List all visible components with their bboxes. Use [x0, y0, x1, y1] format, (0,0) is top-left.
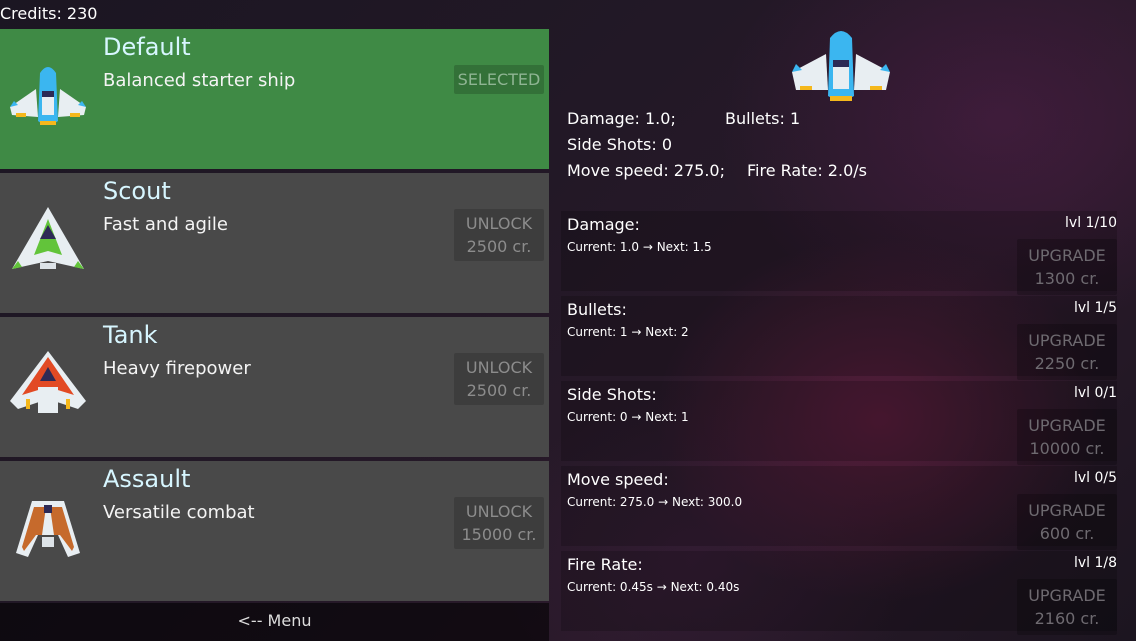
ship-preview-icon: [792, 31, 890, 101]
ship-card-assault[interactable]: Assault Versatile combat UNLOCK 15000 cr…: [0, 461, 549, 601]
button-cost: 2160 cr.: [1034, 609, 1100, 628]
upgrade-row-move-speed: Move speed: lvl 0/5 Current: 275.0 → Nex…: [561, 466, 1117, 550]
button-label: UPGRADE: [1028, 416, 1106, 435]
button-cost: 10000 cr.: [1029, 439, 1105, 458]
upgrade-button[interactable]: UPGRADE 1300 cr.: [1017, 239, 1117, 295]
upgrade-current-next: Current: 275.0 → Next: 300.0: [567, 495, 743, 509]
button-label: UNLOCK: [465, 358, 533, 377]
upgrade-list: Damage: lvl 1/10 Current: 1.0 → Next: 1.…: [561, 211, 1117, 636]
ship-description: Versatile combat: [103, 502, 255, 523]
upgrade-level: lvl 1/8: [1073, 555, 1117, 571]
upgrade-row-bullets: Bullets: lvl 1/5 Current: 1 → Next: 2 UP…: [561, 296, 1117, 380]
stat-side-shots: Side Shots: 0: [567, 135, 673, 154]
unlock-button[interactable]: UNLOCK 15000 cr.: [454, 497, 544, 549]
button-cost: 15000 cr.: [461, 525, 537, 544]
upgrade-button[interactable]: UPGRADE 600 cr.: [1017, 494, 1117, 550]
button-label: UNLOCK: [465, 502, 533, 521]
upgrade-current-next: Current: 1 → Next: 2: [567, 325, 689, 339]
button-cost: 1300 cr.: [1034, 269, 1100, 288]
upgrade-level: lvl 1/10: [1065, 215, 1117, 231]
stat-move-speed: Move speed: 275.0;: [567, 161, 725, 180]
button-label: UPGRADE: [1028, 586, 1106, 605]
ship-name: Tank: [103, 321, 158, 349]
ship-name: Assault: [103, 465, 191, 493]
ship-card-tank[interactable]: Tank Heavy firepower UNLOCK 2500 cr.: [0, 317, 549, 457]
button-label: UPGRADE: [1028, 501, 1106, 520]
upgrade-current-next: Current: 0 → Next: 1: [567, 410, 689, 424]
button-label: SELECTED: [457, 70, 541, 89]
default-ship-icon: [10, 67, 86, 125]
stat-damage: Damage: 1.0;: [567, 109, 676, 128]
upgrade-current-next: Current: 0.45s → Next: 0.40s: [567, 580, 740, 594]
button-cost: 600 cr.: [1039, 524, 1095, 543]
stat-fire-rate: Fire Rate: 2.0/s: [747, 161, 867, 180]
button-cost: 2250 cr.: [1034, 354, 1100, 373]
upgrade-name: Fire Rate:: [567, 555, 643, 574]
button-label: UNLOCK: [465, 214, 533, 233]
ship-description: Balanced starter ship: [103, 70, 296, 91]
upgrade-row-fire-rate: Fire Rate: lvl 1/8 Current: 0.45s → Next…: [561, 551, 1117, 635]
button-label: UPGRADE: [1028, 331, 1106, 350]
upgrade-row-damage: Damage: lvl 1/10 Current: 1.0 → Next: 1.…: [561, 211, 1117, 295]
upgrade-button[interactable]: UPGRADE 2160 cr.: [1017, 579, 1117, 635]
stat-bullets: Bullets: 1: [725, 109, 801, 128]
upgrade-name: Damage:: [567, 215, 640, 234]
upgrade-name: Move speed:: [567, 470, 669, 489]
upgrade-button[interactable]: UPGRADE 2250 cr.: [1017, 324, 1117, 380]
ship-card-scout[interactable]: Scout Fast and agile UNLOCK 2500 cr.: [0, 173, 549, 313]
unlock-button[interactable]: UNLOCK 2500 cr.: [454, 353, 544, 405]
upgrade-row-side-shots: Side Shots: lvl 0/1 Current: 0 → Next: 1…: [561, 381, 1117, 465]
upgrade-level: lvl 0/5: [1073, 470, 1117, 486]
ship-card-default[interactable]: Default Balanced starter ship SELECTED: [0, 29, 549, 169]
upgrade-name: Side Shots:: [567, 385, 657, 404]
ship-name: Default: [103, 33, 191, 61]
button-cost: 2500 cr.: [466, 381, 532, 400]
upgrade-name: Bullets:: [567, 300, 627, 319]
ship-name: Scout: [103, 177, 171, 205]
upgrade-current-next: Current: 1.0 → Next: 1.5: [567, 240, 712, 254]
upgrade-level: lvl 0/1: [1073, 385, 1117, 401]
menu-button[interactable]: <-- Menu: [0, 603, 549, 641]
ship-list: Default Balanced starter ship SELECTED S…: [0, 29, 549, 605]
assault-ship-icon: [16, 501, 80, 557]
button-cost: 2500 cr.: [466, 237, 532, 256]
button-label: UPGRADE: [1028, 246, 1106, 265]
scout-ship-icon: [12, 207, 84, 269]
upgrade-level: lvl 1/5: [1073, 300, 1117, 316]
tank-ship-icon: [10, 351, 86, 413]
credits-label: Credits: 230: [0, 4, 98, 23]
ship-description: Heavy firepower: [103, 358, 251, 379]
ship-description: Fast and agile: [103, 214, 229, 235]
unlock-button[interactable]: UNLOCK 2500 cr.: [454, 209, 544, 261]
upgrade-button[interactable]: UPGRADE 10000 cr.: [1017, 409, 1117, 465]
selected-button[interactable]: SELECTED: [454, 65, 544, 94]
